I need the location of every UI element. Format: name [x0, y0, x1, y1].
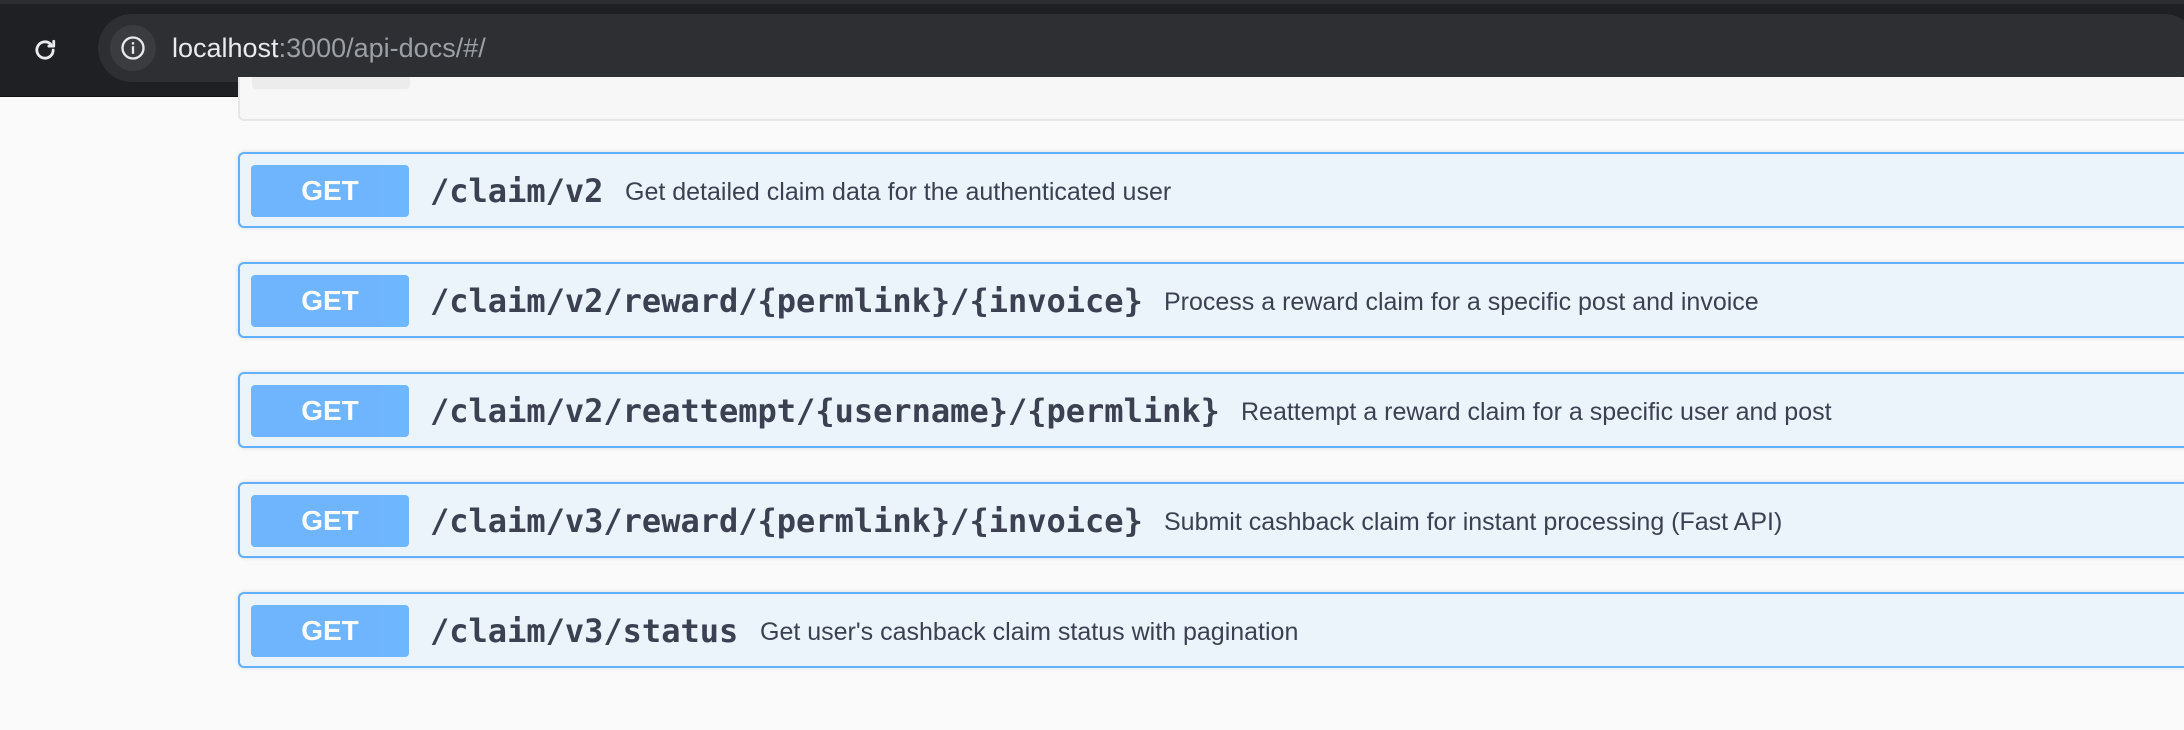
endpoint-description: Get detailed claim data for the authenti… — [625, 178, 1172, 206]
method-badge-get: GET — [251, 385, 409, 437]
method-badge-get: GET — [251, 165, 409, 217]
endpoint-path: /claim/v2/reward/{permlink}/{invoice} — [430, 282, 1143, 320]
previous-endpoint-partial[interactable] — [238, 77, 2184, 121]
endpoint-path: /claim/v2/reattempt/{username}/{permlink… — [430, 392, 1220, 430]
site-info-button[interactable] — [110, 25, 156, 71]
endpoint-path: /claim/v3/status — [430, 612, 739, 650]
endpoint-description: Get user's cashback claim status with pa… — [760, 618, 1299, 646]
endpoint-description: Submit cashback claim for instant proces… — [1164, 508, 1783, 536]
tab-strip-edge — [0, 0, 2184, 4]
endpoint-row-claim-v3-status[interactable]: GET /claim/v3/status Get user's cashback… — [238, 592, 2184, 668]
reload-button[interactable] — [22, 27, 68, 73]
api-docs-page: GET /claim/v2 Get detailed claim data fo… — [0, 77, 2184, 730]
reload-icon — [35, 39, 56, 60]
method-badge-get: GET — [251, 495, 409, 547]
method-badge-get: GET — [251, 605, 409, 657]
endpoint-row-claim-v2-reward[interactable]: GET /claim/v2/reward/{permlink}/{invoice… — [238, 262, 2184, 338]
endpoint-row-claim-v2-reattempt[interactable]: GET /claim/v2/reattempt/{username}/{perm… — [238, 372, 2184, 448]
endpoint-description: Process a reward claim for a specific po… — [1164, 288, 1759, 316]
endpoint-description: Reattempt a reward claim for a specific … — [1241, 398, 1832, 426]
endpoint-row-claim-v2[interactable]: GET /claim/v2 Get detailed claim data fo… — [238, 152, 2184, 228]
url-text[interactable]: localhost:3000/api-docs/#/ — [172, 31, 486, 65]
info-icon — [121, 36, 145, 60]
endpoint-path: /claim/v2 — [430, 172, 604, 210]
previous-method-badge — [252, 77, 410, 89]
endpoint-path: /claim/v3/reward/{permlink}/{invoice} — [430, 502, 1143, 540]
address-bar[interactable]: localhost:3000/api-docs/#/ — [98, 14, 2184, 82]
url-host: localhost — [172, 33, 279, 63]
url-path: :3000/api-docs/#/ — [278, 33, 486, 63]
method-badge-get: GET — [251, 275, 409, 327]
endpoint-row-claim-v3-reward[interactable]: GET /claim/v3/reward/{permlink}/{invoice… — [238, 482, 2184, 558]
